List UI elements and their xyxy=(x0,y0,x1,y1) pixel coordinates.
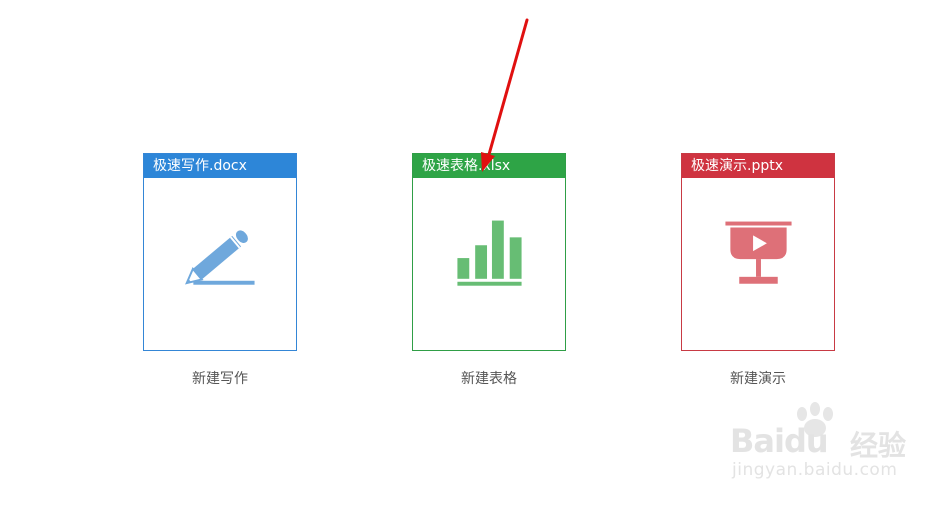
new-document-panel: 极速写作.docx 新建写作 极速表格.xlsx 新建表格 极速演示.pptx … xyxy=(0,0,952,505)
watermark-brand: Baidu xyxy=(730,422,829,460)
new-sheet-card[interactable]: 极速表格.xlsx xyxy=(412,153,566,351)
writer-card-title: 极速写作.docx xyxy=(144,154,296,178)
new-writer-label[interactable]: 新建写作 xyxy=(143,368,297,388)
new-slides-label[interactable]: 新建演示 xyxy=(681,368,835,388)
new-sheet-label[interactable]: 新建表格 xyxy=(412,368,566,388)
bar-chart-icon xyxy=(413,178,565,350)
baidu-watermark: Baidu 经验 jingyan.baidu.com xyxy=(728,400,928,490)
new-writer-card[interactable]: 极速写作.docx xyxy=(143,153,297,351)
sheet-card-title: 极速表格.xlsx xyxy=(413,154,565,178)
presentation-icon xyxy=(682,178,834,350)
watermark-url: jingyan.baidu.com xyxy=(732,460,898,480)
new-slides-card[interactable]: 极速演示.pptx xyxy=(681,153,835,351)
watermark-brand-cn: 经验 xyxy=(850,429,907,462)
pen-icon xyxy=(144,178,296,350)
slides-card-title: 极速演示.pptx xyxy=(682,154,834,178)
